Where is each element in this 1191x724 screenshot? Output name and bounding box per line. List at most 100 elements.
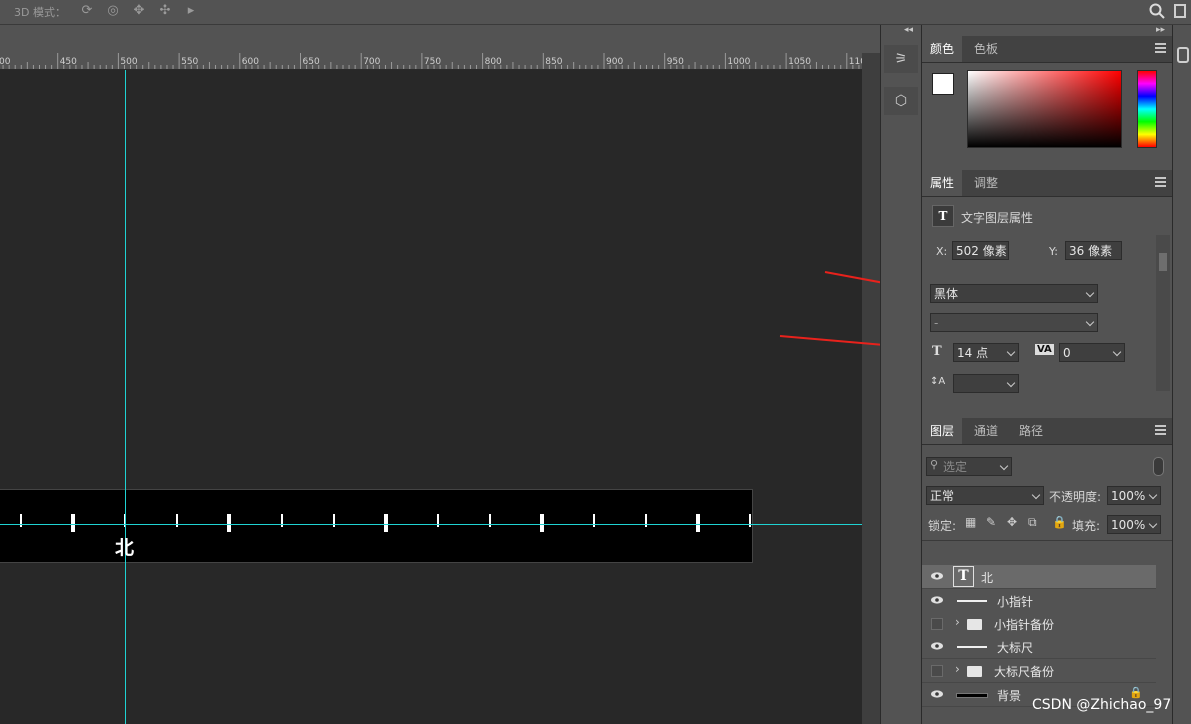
lock-transparent-icon[interactable]: ▦ bbox=[965, 515, 976, 529]
camera-3d-icon[interactable]: ▸ bbox=[182, 3, 200, 19]
layer-thumbnail bbox=[957, 646, 987, 648]
layer-name: 背景 bbox=[997, 689, 1022, 703]
rotate-3d-icon[interactable]: ⟳ bbox=[78, 3, 96, 19]
x-position-field[interactable]: 502 像素 bbox=[952, 241, 1009, 260]
y-position-field[interactable]: 36 像素 bbox=[1065, 241, 1122, 260]
panel-menu-icon[interactable] bbox=[1155, 177, 1166, 187]
opacity-field[interactable]: 100% bbox=[1107, 486, 1161, 505]
eye-icon[interactable] bbox=[931, 690, 943, 698]
leading-select[interactable] bbox=[953, 374, 1019, 393]
eye-icon[interactable] bbox=[931, 572, 943, 580]
lock-label: 锁定: bbox=[928, 519, 957, 533]
layer-row[interactable]: › 大标尺备份 bbox=[922, 659, 1156, 683]
layer-row[interactable]: T北 bbox=[922, 565, 1156, 589]
layer-filter-select[interactable]: 选定 bbox=[926, 457, 1012, 476]
workspace-icon[interactable] bbox=[1174, 4, 1186, 18]
tab-adjustments[interactable]: 调整 bbox=[966, 170, 1006, 196]
tab-layers[interactable]: 图层 bbox=[922, 418, 963, 444]
tab-swatches[interactable]: 色板 bbox=[966, 36, 1006, 62]
fill-field[interactable]: 100% bbox=[1107, 515, 1161, 534]
layer-row[interactable]: 大标尺 bbox=[922, 635, 1156, 659]
vertical-guide[interactable] bbox=[125, 70, 126, 724]
tab-channels[interactable]: 通道 bbox=[966, 418, 1006, 444]
ruler-ticks: 00 450 500 550 600 650 700 750 800 850 900 950 1000 1… bbox=[0, 53, 862, 69]
color-picker-field[interactable] bbox=[967, 70, 1122, 148]
ruler-label: 750 bbox=[424, 57, 441, 67]
layer-thumbnail bbox=[957, 600, 987, 602]
hue-slider[interactable] bbox=[1137, 70, 1157, 148]
tracking-icon: VA bbox=[1035, 344, 1054, 355]
y-label: Y: bbox=[1049, 245, 1058, 258]
history-icon[interactable]: ⚞ bbox=[884, 45, 918, 73]
x-label: X: bbox=[936, 245, 948, 258]
ruler-label: 00 bbox=[0, 57, 11, 67]
blend-mode-select[interactable]: 正常 bbox=[926, 486, 1044, 505]
major-tick bbox=[696, 514, 701, 532]
lock-position-icon[interactable]: ✥ bbox=[1007, 515, 1017, 529]
ruler-label: 650 bbox=[303, 57, 320, 67]
ruler-label: 800 bbox=[485, 57, 502, 67]
panel-dock-edge bbox=[1172, 25, 1191, 724]
vertical-scrollbar[interactable] bbox=[862, 53, 880, 724]
scrollbar-thumb[interactable] bbox=[1159, 253, 1167, 271]
opacity-label: 不透明度: bbox=[1049, 490, 1102, 504]
minor-tick bbox=[176, 514, 179, 527]
text-layer-icon: T bbox=[932, 205, 954, 227]
properties-panel-tabs: 属性 调整 bbox=[922, 170, 1172, 197]
minor-tick bbox=[332, 514, 335, 527]
leading-icon: ↕A bbox=[930, 376, 946, 387]
layer-list: T 北小指针 › 小指针备份 大标尺 › 大标尺备份 背景 🔒 bbox=[922, 541, 1156, 707]
horizontal-guide[interactable] bbox=[0, 524, 862, 525]
lock-artboard-icon[interactable]: ⧉ bbox=[1028, 515, 1037, 530]
pan-3d-icon[interactable]: ✥ bbox=[130, 3, 148, 19]
3d-cube-icon[interactable]: ⬡ bbox=[884, 87, 918, 115]
tab-color[interactable]: 颜色 bbox=[922, 36, 963, 62]
eye-icon[interactable] bbox=[931, 596, 943, 604]
panel-collapse-icon[interactable] bbox=[1177, 47, 1189, 63]
chevron-right-icon[interactable]: › bbox=[955, 615, 960, 629]
font-size-select[interactable]: 14 点 bbox=[953, 343, 1019, 362]
foreground-color-swatch[interactable] bbox=[932, 73, 954, 95]
collapse-icon[interactable]: ◂◂ bbox=[904, 25, 913, 35]
font-size-icon: T bbox=[932, 344, 942, 359]
slide-3d-icon[interactable]: ✣ bbox=[156, 3, 174, 19]
minor-tick bbox=[749, 514, 752, 527]
search-icon: ⚲ bbox=[930, 458, 939, 471]
lock-all-icon[interactable]: 🔒 bbox=[1052, 515, 1067, 529]
expand-icon[interactable]: ▸▸ bbox=[1156, 25, 1165, 35]
ruler-tick-marks bbox=[0, 70, 862, 724]
tracking-select[interactable]: 0 bbox=[1059, 343, 1125, 362]
chevron-right-icon[interactable]: › bbox=[955, 662, 960, 676]
visibility-toggle[interactable] bbox=[931, 665, 943, 677]
color-panel-tabs: 颜色 色板 bbox=[922, 36, 1172, 63]
ruler-label: 450 bbox=[60, 57, 77, 67]
layer-name: 小指针备份 bbox=[994, 618, 1055, 632]
ruler-label: 900 bbox=[606, 57, 623, 67]
panel-menu-icon[interactable] bbox=[1155, 43, 1166, 53]
visibility-toggle[interactable] bbox=[931, 618, 943, 630]
font-family-select[interactable]: 黑体 bbox=[930, 284, 1098, 303]
right-panels: ▸▸ 颜色 色板 属性 调整 T 文字图层属性 X: 502 像素 Y: 36 … bbox=[921, 25, 1172, 724]
ruler-label: 110 bbox=[849, 57, 862, 67]
eye-icon[interactable] bbox=[931, 642, 943, 650]
layer-row[interactable]: 小指针 bbox=[922, 589, 1156, 613]
document-canvas[interactable]: 北 bbox=[0, 70, 862, 724]
filter-toggle[interactable] bbox=[1153, 457, 1164, 476]
layer-row[interactable]: › 小指针备份 bbox=[922, 612, 1156, 636]
font-style-select[interactable]: - bbox=[930, 313, 1098, 332]
layer-name: 小指针 bbox=[997, 595, 1034, 609]
layer-name: 大标尺备份 bbox=[994, 665, 1055, 679]
major-tick bbox=[227, 514, 232, 532]
tab-properties[interactable]: 属性 bbox=[922, 170, 963, 196]
tab-paths[interactable]: 路径 bbox=[1011, 418, 1051, 444]
panel-menu-icon[interactable] bbox=[1155, 425, 1166, 435]
north-text-layer[interactable]: 北 bbox=[115, 533, 134, 560]
roll-3d-icon[interactable]: ◎ bbox=[104, 3, 122, 19]
layers-panel-tabs: 图层 通道 路径 bbox=[922, 418, 1172, 445]
lock-image-icon[interactable]: ✎ bbox=[986, 515, 996, 529]
search-icon[interactable] bbox=[1148, 2, 1166, 20]
ruler-label: 1050 bbox=[788, 57, 811, 67]
layer-name: 大标尺 bbox=[997, 641, 1034, 655]
options-bar: 3D 模式： ⟳ ◎ ✥ ✣ ▸ bbox=[0, 0, 1191, 25]
properties-scrollbar[interactable] bbox=[1156, 235, 1170, 391]
